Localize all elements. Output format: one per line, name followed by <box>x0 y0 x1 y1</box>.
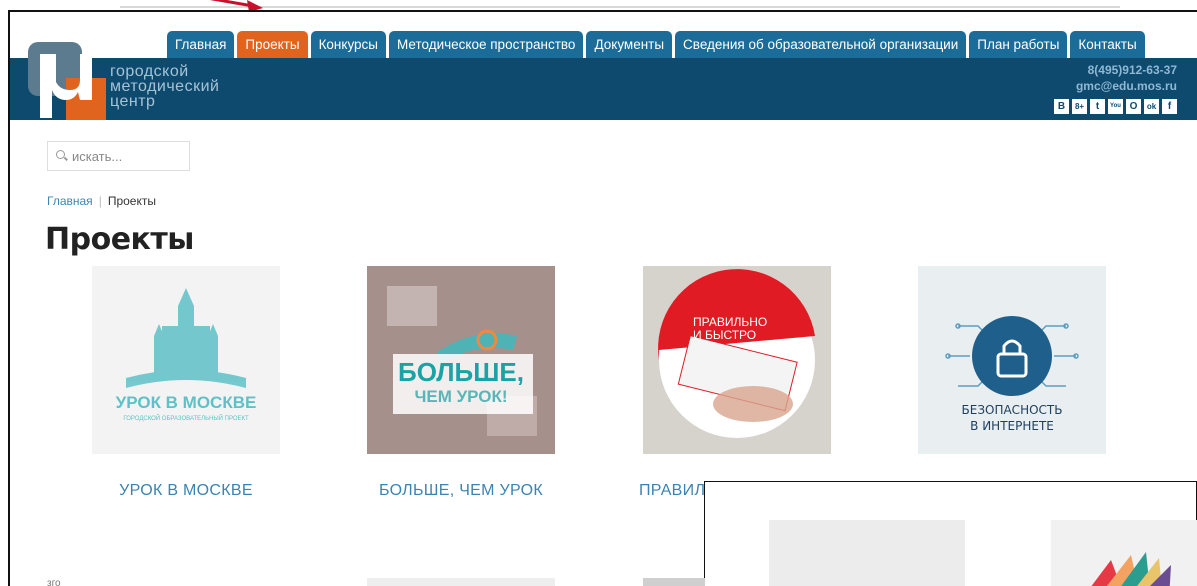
project-image-pravilno-i-bystro[interactable]: ПРАВИЛЬНО И БЫСТРО <box>643 266 831 454</box>
tab-work-plan[interactable]: План работы <box>969 31 1068 58</box>
project-image-text: ПРАВИЛЬНО <box>693 315 767 329</box>
project-image-urok-v-moskve[interactable]: УРОК В МОСКВЕ ГОРОДСКОЙ ОБРАЗОВАТЕЛЬНЫЙ … <box>92 266 280 454</box>
breadcrumb-home[interactable]: Главная <box>47 194 93 208</box>
project-image-text: УРОК В МОСКВЕ <box>116 393 257 412</box>
overlay-image-1[interactable] <box>769 520 965 586</box>
google-plus-icon[interactable]: 8+ <box>1072 99 1087 114</box>
tab-contacts[interactable]: Контакты <box>1070 31 1145 58</box>
logo-line-2: методический <box>110 78 220 95</box>
project-image-text: БЕЗОПАСНОСТЬ <box>962 403 1063 417</box>
colorful-fan-icon <box>1091 552 1171 586</box>
tab-organization-info[interactable]: Сведения об образовательной организации <box>675 31 967 58</box>
tab-methodical-space[interactable]: Методическое пространство <box>389 31 584 58</box>
project-image-bezopasnost[interactable]: БЕЗОПАСНОСТЬ В ИНТЕРНЕТЕ <box>918 266 1106 454</box>
header-contacts: 8(495)912-63-37 gmc@edu.mos.ru <box>1076 62 1177 94</box>
tab-documents[interactable]: Документы <box>586 31 673 58</box>
breadcrumb-separator: | <box>98 194 102 208</box>
email-link[interactable]: gmc@edu.mos.ru <box>1076 78 1177 94</box>
project-image-bolshe-chem-urok[interactable]: БОЛЬШЕ, ЧЕМ УРОК! <box>367 266 555 454</box>
padlock-circuit-icon: БЕЗОПАСНОСТЬ В ИНТЕРНЕТЕ <box>945 316 1079 433</box>
breadcrumb: Главная | Проекты <box>47 194 156 208</box>
logo-icon[interactable] <box>26 34 108 122</box>
main-nav: Главная Проекты Конкурсы Методическое пр… <box>167 31 1145 58</box>
search-icon <box>56 150 68 162</box>
kremlin-logo-icon: УРОК В МОСКВЕ ГОРОДСКОЙ ОБРАЗОВАТЕЛЬНЫЙ … <box>116 288 257 422</box>
bottom-project-image-3[interactable] <box>643 578 705 586</box>
facebook-icon[interactable]: f <box>1162 99 1177 114</box>
tab-contests[interactable]: Конкурсы <box>310 31 387 58</box>
tab-projects[interactable]: Проекты <box>237 31 308 58</box>
search-box[interactable] <box>47 141 190 171</box>
project-image-subtext: ЧЕМ УРОК! <box>414 387 507 406</box>
project-image-subtext: В ИНТЕРНЕТЕ <box>970 419 1054 433</box>
youtube-icon[interactable]: You <box>1108 99 1123 114</box>
project-title-pravilno[interactable]: ПРАВИЛ <box>639 482 709 500</box>
project-title-urok-v-moskve[interactable]: УРОК В МОСКВЕ <box>56 482 316 500</box>
film-strip-logo-icon: БОЛЬШЕ, ЧЕМ УРОК! <box>367 266 555 454</box>
tab-home[interactable]: Главная <box>167 31 235 58</box>
search-input[interactable] <box>72 148 182 164</box>
logo-line-1: городской <box>110 63 189 80</box>
browser-top-strip <box>0 0 1197 10</box>
twitter-icon[interactable]: t <box>1090 99 1105 114</box>
top-divider <box>120 6 1120 8</box>
logo-line-3: центр <box>110 93 156 110</box>
overlay-window <box>704 481 1197 586</box>
logo-text[interactable]: городской методический центр <box>110 63 220 110</box>
page-title: Проекты <box>45 222 194 257</box>
livejournal-icon[interactable]: O <box>1126 99 1141 114</box>
project-image-subtext: И БЫСТРО <box>693 328 756 342</box>
project-image-subtext: ГОРОДСКОЙ ОБРАЗОВАТЕЛЬНЫЙ ПРОЕКТ <box>123 414 249 422</box>
keyboard-logo-icon: ПРАВИЛЬНО И БЫСТРО <box>658 269 815 438</box>
bottom-text-fragment: зго <box>47 578 61 586</box>
project-image-text: БОЛЬШЕ, <box>398 357 524 387</box>
phone-number[interactable]: 8(495)912-63-37 <box>1076 62 1177 78</box>
breadcrumb-current: Проекты <box>107 194 156 208</box>
vk-icon[interactable]: B <box>1054 99 1069 114</box>
social-links: B 8+ t You O ok f <box>1054 99 1177 114</box>
bottom-project-image-2[interactable] <box>367 578 555 586</box>
odnoklassniki-icon[interactable]: ok <box>1144 99 1159 114</box>
project-title-bolshe-chem-urok[interactable]: БОЛЬШЕ, ЧЕМ УРОК <box>331 482 591 500</box>
overlay-image-2[interactable] <box>1051 520 1197 586</box>
